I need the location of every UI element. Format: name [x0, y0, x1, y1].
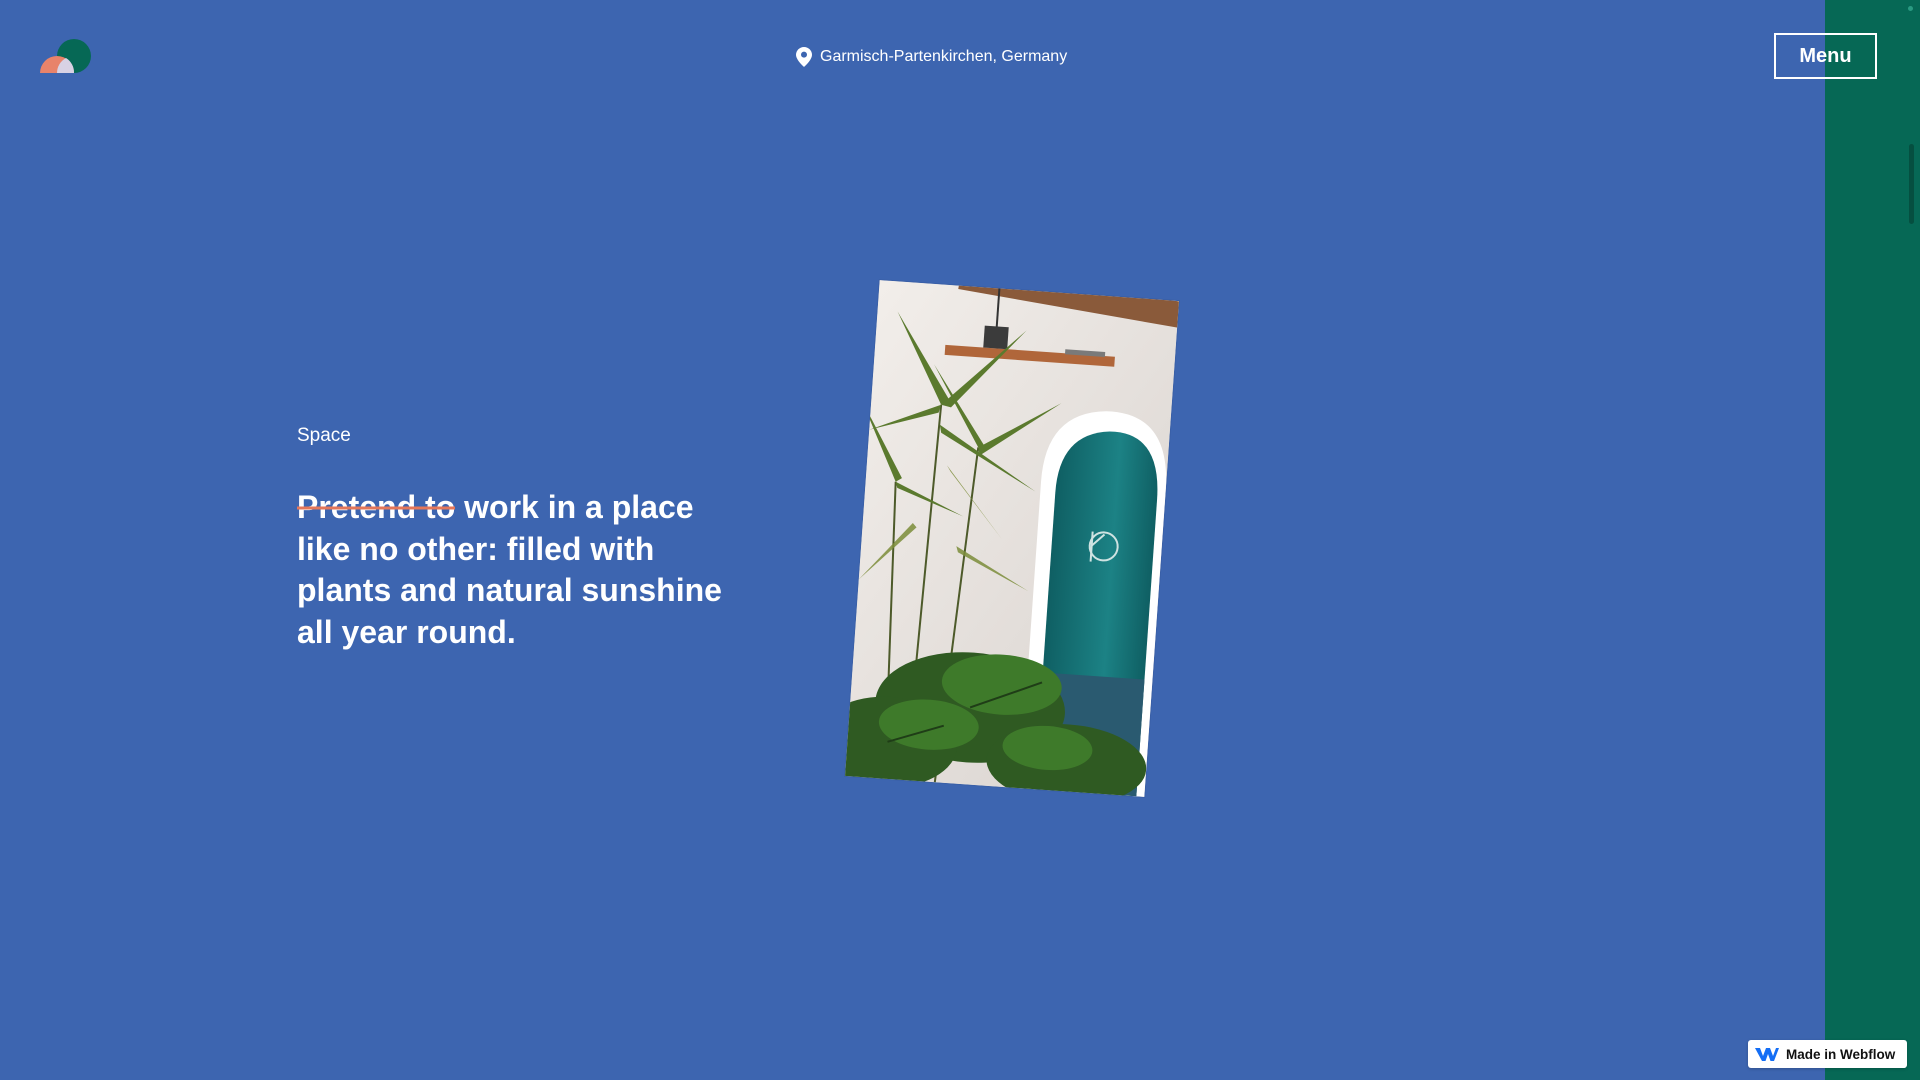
location-pin-icon — [796, 47, 812, 67]
made-in-webflow-badge[interactable]: Made in Webflow — [1748, 1040, 1907, 1068]
section-label: Space — [297, 425, 351, 446]
location-text: Garmisch-Partenkirchen, Germany — [820, 48, 1068, 65]
badge-label: Made in Webflow — [1786, 1046, 1896, 1062]
location: Garmisch-Partenkirchen, Germany — [796, 46, 1067, 68]
webflow-icon — [1755, 1046, 1779, 1062]
headline: Pretend to work in a place like no other… — [297, 487, 737, 653]
logo-icon[interactable] — [38, 38, 94, 78]
menu-button[interactable]: Menu — [1774, 33, 1877, 79]
scroll-indicator[interactable] — [1909, 144, 1914, 224]
headline-struck-text: Pretend to — [297, 489, 456, 525]
corner-dot — [1908, 6, 1913, 11]
space-photo — [845, 280, 1179, 797]
side-panel — [1825, 0, 1920, 1080]
